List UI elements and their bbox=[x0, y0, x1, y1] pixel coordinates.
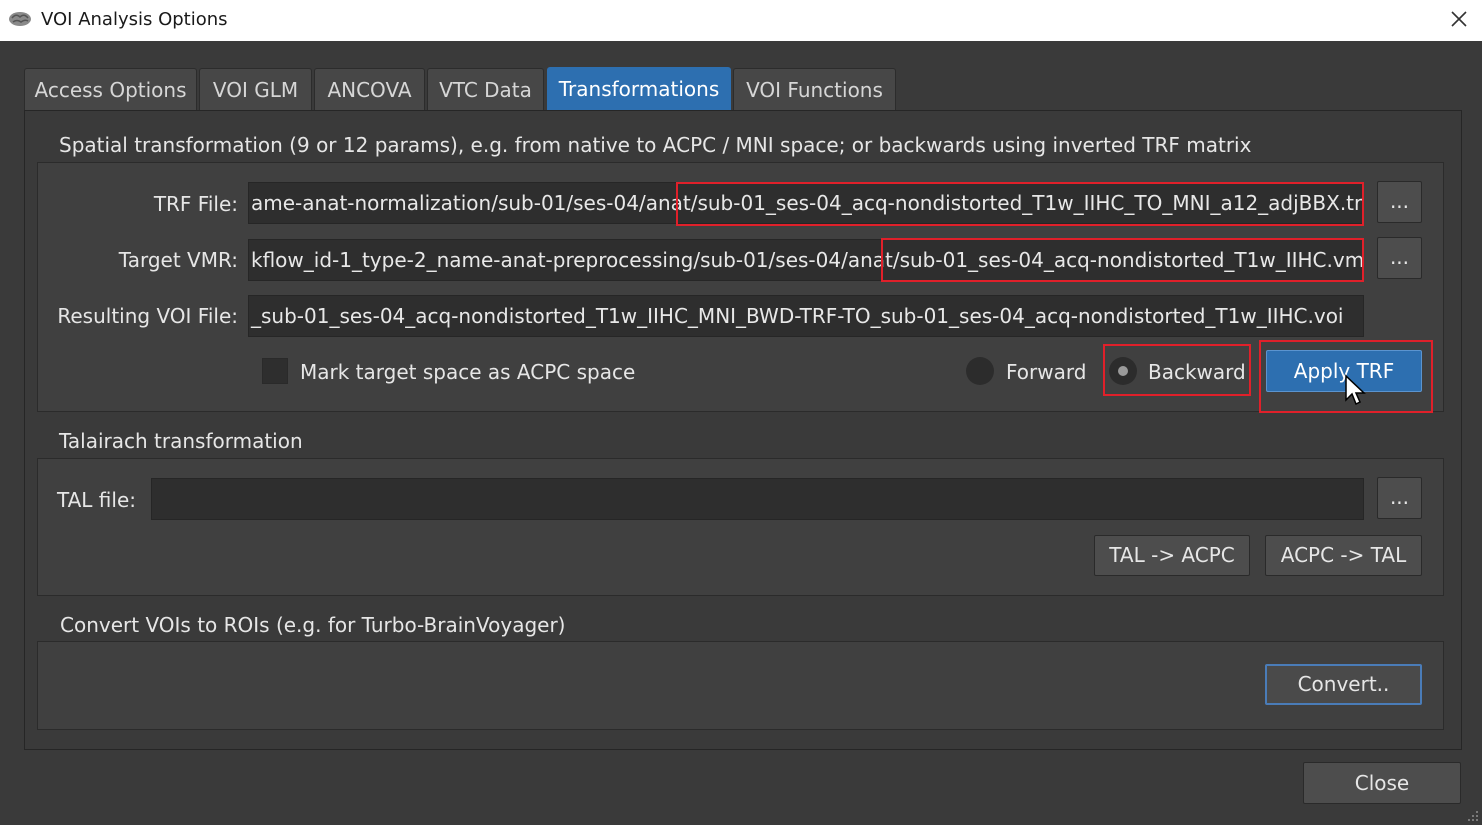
trf-file-label: TRF File: bbox=[153, 192, 238, 216]
tab-voi-functions[interactable]: VOI Functions bbox=[733, 68, 896, 110]
backward-radio[interactable] bbox=[1109, 357, 1137, 385]
target-vmr-field[interactable]: kflow_id-1_type-2_name-anat-preprocessin… bbox=[248, 239, 1364, 281]
mouse-cursor-icon bbox=[1345, 374, 1366, 406]
convert-button[interactable]: Convert.. bbox=[1265, 664, 1422, 705]
resulting-voi-label: Resulting VOI File: bbox=[57, 304, 238, 328]
convert-section-title: Convert VOIs to ROIs (e.g. for Turbo-Bra… bbox=[60, 613, 566, 637]
tal-browse-button[interactable]: ... bbox=[1377, 477, 1422, 519]
tab-ancova[interactable]: ANCOVA bbox=[314, 68, 425, 110]
resulting-voi-field[interactable]: _sub-01_ses-04_acq-nondistorted_T1w_IIHC… bbox=[248, 295, 1364, 337]
tal-to-acpc-button[interactable]: TAL -> ACPC bbox=[1094, 535, 1250, 576]
acpc-to-tal-button[interactable]: ACPC -> TAL bbox=[1265, 535, 1422, 576]
forward-radio[interactable] bbox=[966, 357, 994, 385]
backward-label: Backward bbox=[1148, 360, 1246, 384]
close-icon[interactable] bbox=[1448, 8, 1470, 30]
tab-access-options[interactable]: Access Options bbox=[24, 68, 197, 110]
forward-label: Forward bbox=[1006, 360, 1087, 384]
acpc-checkbox-label: Mark target space as ACPC space bbox=[300, 360, 636, 384]
tal-file-label: TAL file: bbox=[56, 488, 136, 512]
title-bar: VOI Analysis Options bbox=[0, 0, 1482, 41]
trf-file-field[interactable]: ame-anat-normalization/sub-01/ses-04/ana… bbox=[248, 182, 1364, 224]
brain-icon bbox=[9, 12, 31, 26]
target-vmr-label: Target VMR: bbox=[118, 248, 238, 272]
tal-file-field[interactable] bbox=[151, 478, 1364, 520]
vmr-browse-button[interactable]: ... bbox=[1377, 237, 1422, 279]
trf-browse-button[interactable]: ... bbox=[1377, 181, 1422, 223]
radio-selected-dot bbox=[1118, 366, 1128, 376]
convert-group bbox=[37, 641, 1444, 730]
close-button[interactable]: Close bbox=[1303, 762, 1461, 804]
talairach-section-title: Talairach transformation bbox=[59, 429, 303, 453]
tab-transformations[interactable]: Transformations bbox=[547, 67, 731, 110]
spatial-section-title: Spatial transformation (9 or 12 params),… bbox=[59, 133, 1252, 157]
window-title: VOI Analysis Options bbox=[41, 9, 228, 30]
tab-voi-glm[interactable]: VOI GLM bbox=[199, 68, 312, 110]
acpc-checkbox[interactable] bbox=[262, 358, 288, 384]
tab-vtc-data[interactable]: VTC Data bbox=[427, 68, 544, 110]
resize-grip-icon[interactable] bbox=[1464, 807, 1480, 823]
